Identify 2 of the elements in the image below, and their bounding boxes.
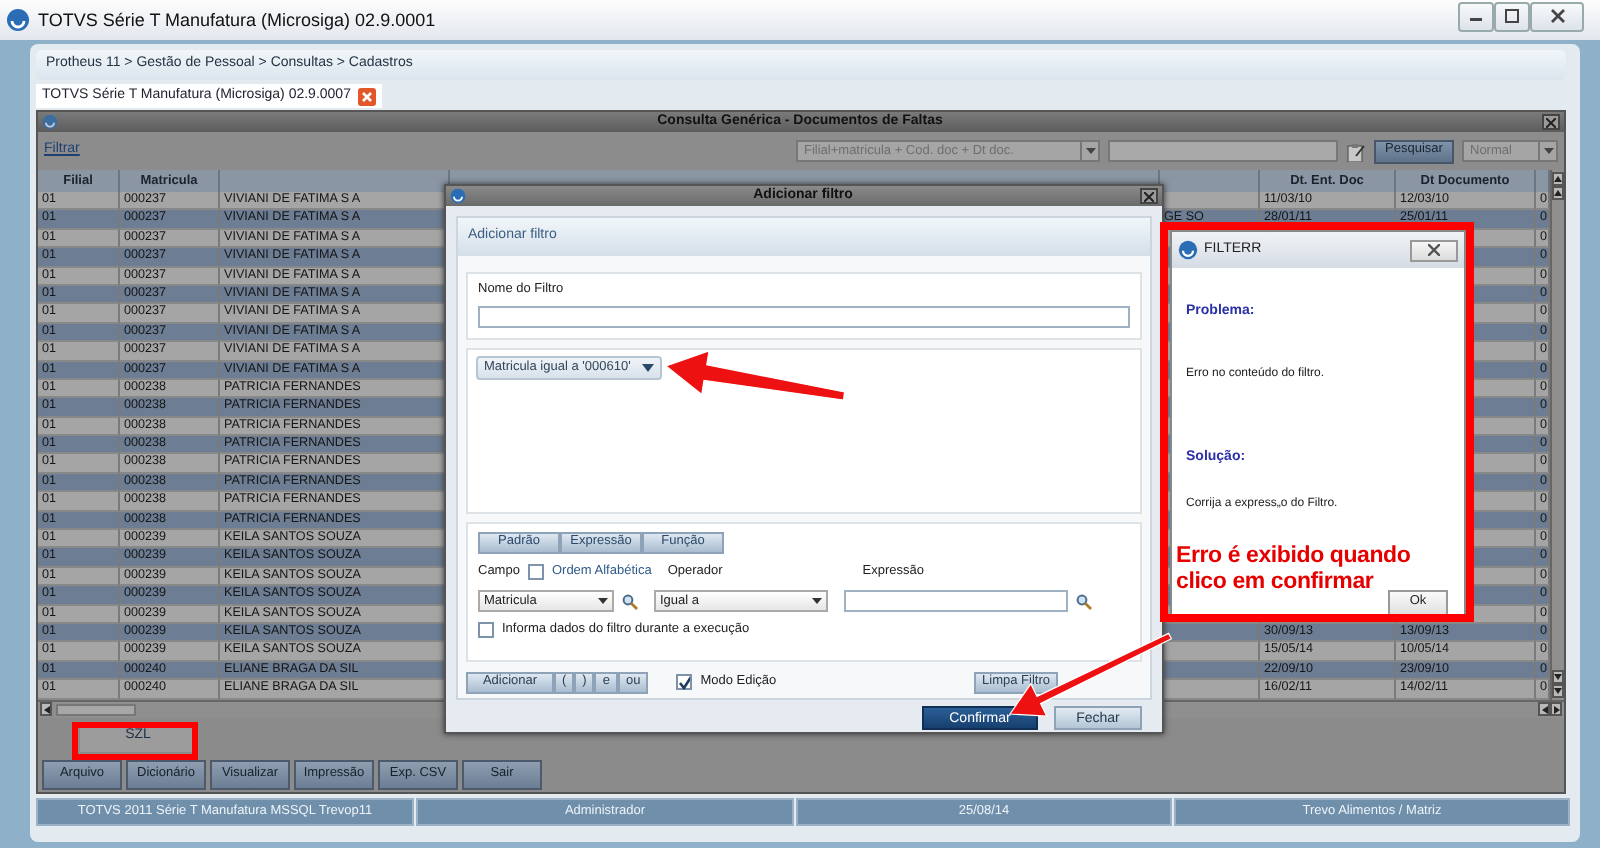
annotation-text: Erro é exibido quando clico em confirmar: [1176, 544, 1413, 594]
window-title: TOTVS Série T Manufatura (Microsiga) 02.9.0001: [38, 9, 436, 31]
